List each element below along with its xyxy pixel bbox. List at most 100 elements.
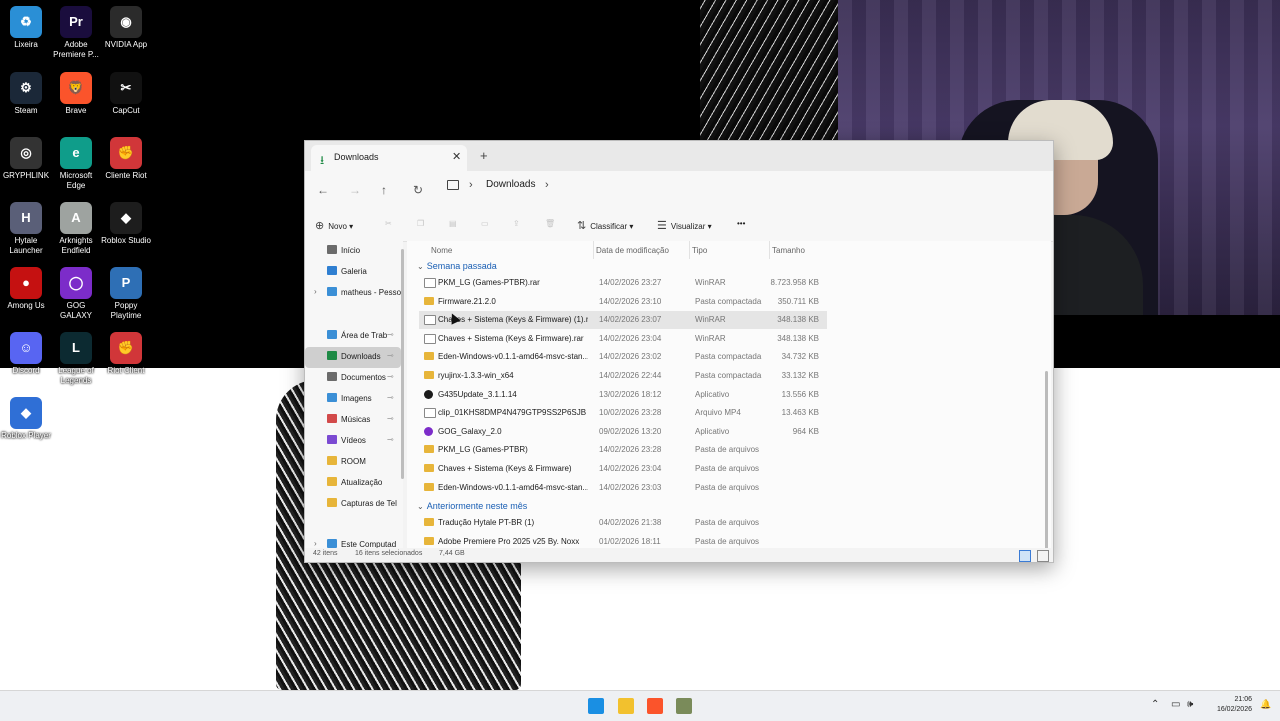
up-icon[interactable]: ↑ xyxy=(381,183,387,197)
file-row[interactable]: Tradução Hytale PT-BR (1) 04/02/2026 21:3… xyxy=(419,514,827,532)
desktop-shortcut[interactable]: H Hytale Launcher xyxy=(0,202,52,256)
desktop-shortcut[interactable]: ✊ Cliente Riot xyxy=(100,137,152,181)
desktop-shortcut[interactable]: L League of Legends xyxy=(50,332,102,386)
delete-icon[interactable]: 🗑 xyxy=(545,219,555,228)
desktop-shortcut[interactable]: e Microsoft Edge xyxy=(50,137,102,191)
generic-app-icon[interactable] xyxy=(676,698,692,714)
file-explorer-icon[interactable] xyxy=(618,698,634,714)
close-tab-icon[interactable]: ✕ xyxy=(452,150,461,163)
cut-icon[interactable]: ✂ xyxy=(385,219,392,228)
notification-icon[interactable]: 🔔 xyxy=(1260,699,1271,710)
column-divider[interactable] xyxy=(593,241,594,259)
back-icon[interactable]: ← xyxy=(317,183,329,197)
breadcrumb-downloads[interactable]: Downloads xyxy=(486,179,535,190)
sidebar-item[interactable]: Galeria xyxy=(305,262,401,283)
file-row[interactable]: Eden-Windows-v0.1.1-amd64-msvc-stan... 14… xyxy=(419,479,827,497)
pin-icon[interactable]: ⊸ xyxy=(387,372,394,381)
file-row[interactable]: Eden-Windows-v0.1.1-amd64-msvc-stan... 14… xyxy=(419,348,827,366)
desktop-shortcut[interactable]: A Arknights Endfield xyxy=(50,202,102,256)
desktop-shortcut[interactable]: ☺ Discord xyxy=(0,332,52,376)
new-tab-button[interactable]: + xyxy=(480,148,488,163)
chevron-right-icon[interactable]: › xyxy=(314,539,317,548)
sidebar-item[interactable]: Imagens ⊸ xyxy=(305,389,401,410)
file-row[interactable]: Firmware.21.2.0 14/02/2026 23:10 Pasta com… xyxy=(419,293,827,311)
address-box[interactable]: › Downloads › xyxy=(445,175,835,201)
folder-icon xyxy=(327,477,337,486)
sidebar-item[interactable]: Atualização xyxy=(305,473,401,494)
navigation-scrollbar[interactable] xyxy=(401,249,404,479)
desktop-shortcut[interactable]: ✂ CapCut xyxy=(100,72,152,116)
file-row[interactable]: Adobe Premiere Pro 2025 v25 By. Noxx 01/0… xyxy=(419,533,827,548)
file-list-scrollbar[interactable] xyxy=(1045,371,1048,548)
tab-downloads[interactable]: ⭳ Downloads ✕ xyxy=(311,145,467,171)
pin-icon[interactable]: ⊸ xyxy=(387,351,394,360)
desktop-shortcut[interactable]: ⚙ Steam xyxy=(0,72,52,116)
pin-icon[interactable]: ⊸ xyxy=(387,393,394,402)
more-options-button[interactable]: ••• xyxy=(737,219,745,228)
desktop-shortcut[interactable]: ◎ GRYPHLINK xyxy=(0,137,52,181)
sidebar-item[interactable]: Documentos ⊸ xyxy=(305,368,401,389)
details-view-icon[interactable] xyxy=(1019,550,1031,562)
file-row[interactable]: clip_01KHS8DMP4N479GTP9SS2P6SJB 10/02/202… xyxy=(419,404,827,422)
file-row[interactable]: PKM_LG (Games-PTBR).rar 14/02/2026 23:27 W… xyxy=(419,274,827,292)
sidebar-item[interactable]: Capturas de Tel xyxy=(305,494,401,515)
forward-icon[interactable]: → xyxy=(349,183,361,197)
group-header[interactable]: ⌄ Semana passada xyxy=(417,261,497,271)
copy-icon[interactable]: ❐ xyxy=(417,219,424,228)
column-header-type[interactable]: Tipo xyxy=(692,246,707,255)
desktop-shortcut[interactable]: ◆ Roblox Studio xyxy=(100,202,152,246)
group-header[interactable]: ⌄ Anteriormente neste mês xyxy=(417,501,527,511)
file-row[interactable]: G435Update_3.1.1.14 13/02/2026 18:12 Aplic… xyxy=(419,386,827,404)
desktop-shortcut[interactable]: ◉ NVIDIA App xyxy=(100,6,152,50)
sidebar-item-label: Imagens xyxy=(341,394,372,403)
sidebar-item[interactable]: Início xyxy=(305,241,401,262)
file-row[interactable]: GOG_Galaxy_2.0 09/02/2026 13:20 Aplicativo… xyxy=(419,423,827,441)
column-header-size[interactable]: Tamanho xyxy=(772,246,805,255)
column-divider[interactable] xyxy=(769,241,770,259)
sidebar-item[interactable]: › Este Computad xyxy=(305,535,401,548)
desktop-shortcut[interactable]: ◆ Roblox Player xyxy=(0,397,52,441)
tiles-view-icon[interactable] xyxy=(1037,550,1049,562)
system-clock[interactable]: 21:06 16/02/2026 xyxy=(1204,695,1252,715)
pin-icon[interactable]: ⊸ xyxy=(387,414,394,423)
desktop-shortcut-label: Hytale Launcher xyxy=(9,236,43,255)
desktop-shortcut[interactable]: ♻ Lixeira xyxy=(0,6,52,50)
desktop-shortcut[interactable]: ● Among Us xyxy=(0,267,52,311)
chevron-right-icon[interactable]: › xyxy=(314,287,317,296)
file-row[interactable]: Chaves + Sistema (Keys & Firmware).rar 14… xyxy=(419,330,827,348)
view-button[interactable]: ☰ Visualizar ▾ xyxy=(657,219,712,232)
sidebar-item[interactable]: › matheus - Pesso xyxy=(305,283,401,304)
volume-icon[interactable]: 🕪 xyxy=(1187,699,1193,710)
sidebar-item[interactable]: Área de Trab ⊸ xyxy=(305,326,401,347)
column-header-name[interactable]: Nome xyxy=(431,246,452,255)
sort-button[interactable]: ⇅ Classificar ▾ xyxy=(577,219,633,232)
desktop-shortcut[interactable]: P Poppy Playtime xyxy=(100,267,152,321)
sidebar-item[interactable]: ROOM xyxy=(305,452,401,473)
desktop-shortcut[interactable]: Pr Adobe Premiere P... xyxy=(50,6,102,60)
rename-icon[interactable]: ▭ xyxy=(481,219,489,228)
sidebar-item[interactable]: Downloads ⊸ xyxy=(305,347,401,368)
pin-icon[interactable]: ⊸ xyxy=(387,435,394,444)
file-explorer-window: ⭳ Downloads ✕ + ← → ↑ ↻ › Downloads › ⊕ N… xyxy=(304,140,1054,563)
file-row[interactable]: Chaves + Sistema (Keys & Firmware) (1).r… xyxy=(419,311,827,330)
chevron-up-icon[interactable]: ⌃ xyxy=(1151,699,1159,710)
desktop-shortcut[interactable]: ✊ Riot Client xyxy=(100,332,152,376)
paste-icon[interactable]: ▤ xyxy=(449,219,457,228)
desktop-shortcut[interactable]: ◯ GOG GALAXY xyxy=(50,267,102,321)
pin-icon[interactable]: ⊸ xyxy=(387,330,394,339)
network-icon[interactable]: ▭ xyxy=(1171,699,1180,710)
brave-icon[interactable] xyxy=(647,698,663,714)
folder-icon xyxy=(424,518,434,527)
file-row[interactable]: Chaves + Sistema (Keys & Firmware) 14/02/… xyxy=(419,460,827,478)
file-row[interactable]: ryujinx-1.3.3-win_x64 14/02/2026 22:44 Pas… xyxy=(419,367,827,385)
new-button[interactable]: ⊕ Novo ▾ xyxy=(315,219,353,232)
sidebar-item[interactable]: Músicas ⊸ xyxy=(305,410,401,431)
desktop-shortcut[interactable]: 🦁 Brave xyxy=(50,72,102,116)
column-header-date[interactable]: Data de modificação xyxy=(596,246,669,255)
windows-start-icon[interactable] xyxy=(588,698,604,714)
file-row[interactable]: PKM_LG (Games-PTBR) 14/02/2026 23:28 Pasta… xyxy=(419,441,827,459)
refresh-icon[interactable]: ↻ xyxy=(413,183,423,197)
sidebar-item[interactable]: Vídeos ⊸ xyxy=(305,431,401,452)
column-divider[interactable] xyxy=(689,241,690,259)
share-icon[interactable]: ⇪ xyxy=(513,219,520,228)
